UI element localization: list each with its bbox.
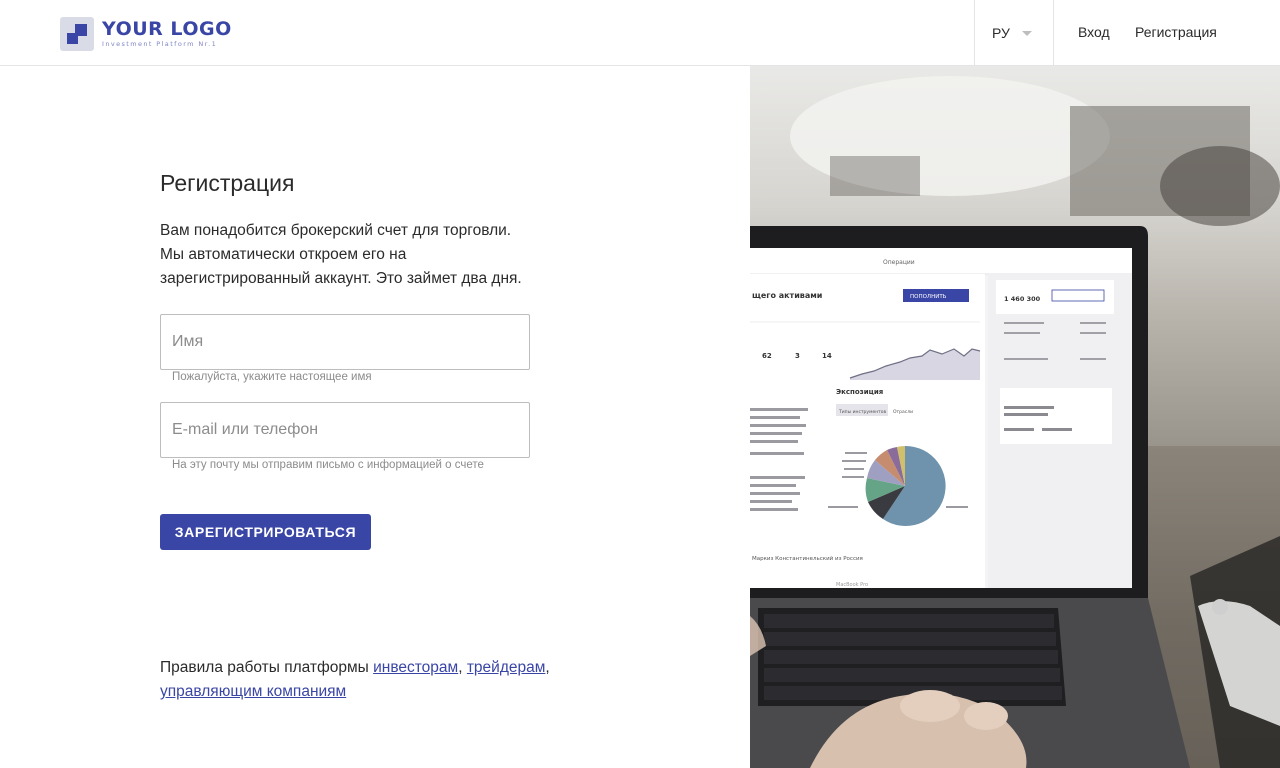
laptop-illustration: Операции щего активами ПОПОЛНИТЬ 62 3 14…	[750, 76, 1280, 768]
svg-text:14: 14	[822, 352, 832, 360]
svg-text:62: 62	[762, 352, 772, 360]
register-link[interactable]: Регистрация	[1135, 24, 1217, 40]
screen-balance: 1 460 300	[1004, 295, 1041, 303]
screen-title: щего активами	[752, 291, 822, 300]
svg-text:Отрасли: Отрасли	[893, 409, 913, 415]
logo[interactable]: YOUR LOGO Investment Platform Nr.1	[60, 17, 232, 51]
laptop-brand: MacBook Pro	[836, 582, 868, 588]
rules-link-management-companies[interactable]: управляющим компаниям	[160, 683, 346, 700]
svg-text:3: 3	[795, 352, 800, 360]
top-header: YOUR LOGO Investment Platform Nr.1 РУ Вх…	[0, 0, 1280, 66]
name-hint: Пожалуйста, укажите настоящее имя	[172, 371, 372, 383]
login-link[interactable]: Вход	[1078, 24, 1110, 40]
language-selector[interactable]: РУ	[974, 0, 1054, 65]
chevron-down-icon	[1021, 31, 1032, 36]
screen-button-label: ПОПОЛНИТЬ	[910, 294, 947, 300]
rules-link-investors[interactable]: инвесторам	[373, 659, 458, 676]
rules-prefix: Правила работы платформы	[160, 659, 369, 676]
email-field-wrapper	[160, 402, 530, 458]
intro-line: Вам понадобится брокерский счет для торг…	[160, 222, 512, 239]
rules-link-traders[interactable]: трейдерам	[467, 659, 546, 676]
svg-text:Типы инструментов: Типы инструментов	[838, 409, 887, 415]
email-hint: На эту почту мы отправим письмо с информ…	[172, 459, 484, 471]
svg-text:Маркиз Константинельский из Ро: Маркиз Константинельский из Россия	[752, 555, 863, 562]
logo-subtitle: Investment Platform Nr.1	[102, 40, 218, 49]
hero-photo: Операции щего активами ПОПОЛНИТЬ 62 3 14…	[750, 66, 1280, 768]
exposition-label: Экспозиция	[836, 388, 883, 396]
email-input[interactable]	[161, 403, 529, 457]
page-title: Регистрация	[160, 170, 295, 196]
intro-text: Вам понадобится брокерский счет для торг…	[160, 219, 560, 291]
logo-icon	[60, 17, 94, 51]
name-input[interactable]	[161, 315, 529, 369]
platform-rules: Правила работы платформы инвесторам, тре…	[160, 659, 550, 700]
screen-header-label: Операции	[883, 259, 915, 266]
intro-line: зарегистрированный аккаунт. Это займет д…	[160, 270, 522, 287]
register-button[interactable]: ЗАРЕГИСТРИРОВАТЬСЯ	[160, 514, 371, 550]
intro-line: Мы автоматически откроем его на	[160, 246, 407, 263]
language-label: РУ	[992, 24, 1010, 41]
logo-title: YOUR LOGO	[102, 18, 232, 41]
registration-intro: Регистрация Вам понадобится брокерский с…	[160, 170, 580, 291]
name-field-wrapper	[160, 314, 530, 370]
